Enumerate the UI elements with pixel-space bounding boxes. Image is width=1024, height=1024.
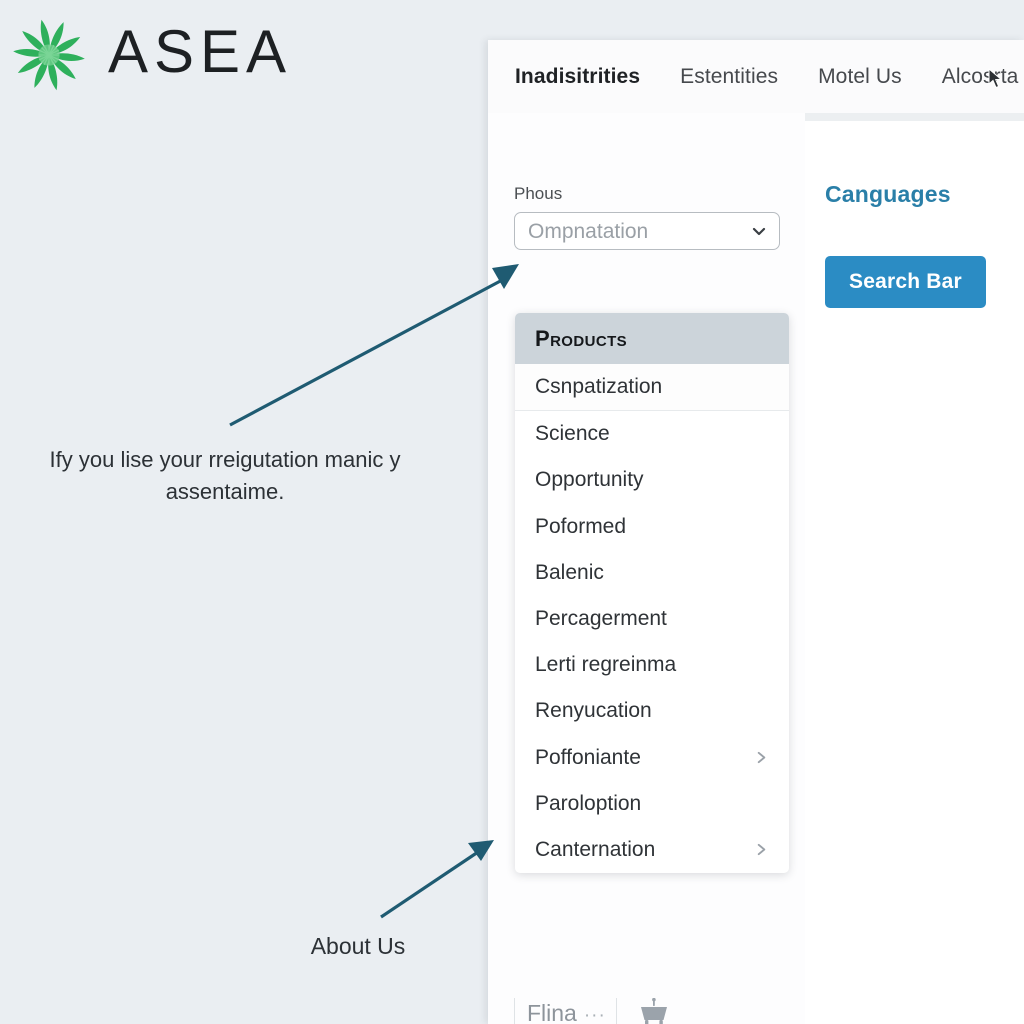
menu-item-label: Lerti regreinma [535, 653, 677, 677]
annotation-arrow-line-about [380, 848, 482, 919]
products-dropdown-menu: Products Csnpatization Science Opportuni… [515, 313, 789, 874]
brand-logo[interactable]: ASEA [8, 14, 292, 96]
right-column-top-strip [805, 113, 1024, 121]
utility-strip: Flina ··· [514, 991, 671, 1024]
utility-label: Flina [527, 999, 577, 1024]
search-bar-button[interactable]: Search Bar [825, 256, 986, 308]
annotation-caption-about-us: About Us [310, 933, 406, 959]
pane-heading-canguages: Canguages [825, 181, 951, 207]
phous-select[interactable]: Ompnatation [514, 212, 780, 250]
chevron-right-icon [757, 843, 766, 856]
menu-item-label: Renyucation [535, 699, 652, 723]
nav-item-estentities[interactable]: Estentities [680, 65, 778, 89]
menu-item-science[interactable]: Science [515, 411, 789, 457]
chevron-right-icon [757, 751, 766, 763]
utility-label-group[interactable]: Flina ··· [515, 1000, 616, 1024]
menu-item-hovered[interactable]: Csnpatization [515, 364, 789, 411]
menu-item-lerti-regreinma[interactable]: Lerti regreinma [515, 642, 789, 688]
menu-item-percagerment[interactable]: Percagerment [515, 596, 789, 642]
shopping-cart-icon[interactable] [637, 998, 671, 1024]
nav-item-alcosrta[interactable]: Alcosrta [942, 65, 1019, 89]
nav-item-motel-us[interactable]: Motel Us [818, 65, 902, 89]
menu-item-label: Poffoniante [535, 745, 641, 769]
menu-item-label: Opportunity [535, 468, 644, 492]
website-panel: Inadisitrities Estentities Motel Us Alco… [488, 40, 1024, 1024]
menu-item-opportunity[interactable]: Opportunity [515, 457, 789, 503]
menu-item-label: Csnpatization [535, 375, 663, 398]
menu-item-balenic[interactable]: Balenic [515, 550, 789, 596]
annotation-caption-products: Ify you lise your rreigutation manic y a… [49, 447, 401, 504]
panel-right-column: Canguages Search Bar [805, 113, 1024, 1024]
menu-item-poformed[interactable]: Poformed [515, 504, 789, 550]
screenshot-stage: ASEA Inadisitrities Estentities Motel Us… [0, 0, 1024, 1024]
menu-header-products: Products [515, 313, 789, 364]
site-navigation-bar: Inadisitrities Estentities Motel Us Alco… [488, 40, 1024, 113]
overflow-dots-icon: ··· [583, 1004, 606, 1024]
nav-item-inadisitrities[interactable]: Inadisitrities [515, 65, 640, 89]
utility-divider-right [615, 998, 617, 1024]
menu-item-label: Science [535, 422, 610, 446]
menu-item-label: Balenic [535, 560, 604, 584]
menu-item-label: Paroloption [535, 791, 642, 815]
brand-wordmark: ASEA [108, 18, 293, 85]
menu-item-label: Canternation [535, 837, 656, 861]
menu-item-canternation[interactable]: Canternation [515, 827, 789, 873]
menu-item-label: Poformed [535, 514, 627, 538]
phous-field-label: Phous [514, 184, 563, 203]
phous-select-value: Ompnatation [528, 219, 649, 243]
phous-field-group: Phous Ompnatation [514, 184, 780, 250]
green-spiral-pinwheel-logo-icon [13, 19, 85, 91]
chevron-down-icon [752, 227, 766, 236]
menu-item-renyucation[interactable]: Renyucation [515, 688, 789, 734]
menu-item-poffoniante[interactable]: Poffoniante [515, 735, 789, 781]
panel-left-column: Phous Ompnatation Products Csnpatization… [488, 113, 805, 1024]
annotation-arrow-line-products [229, 276, 507, 427]
menu-item-paroloption[interactable]: Paroloption [515, 781, 789, 827]
menu-item-label: Percagerment [535, 606, 667, 630]
